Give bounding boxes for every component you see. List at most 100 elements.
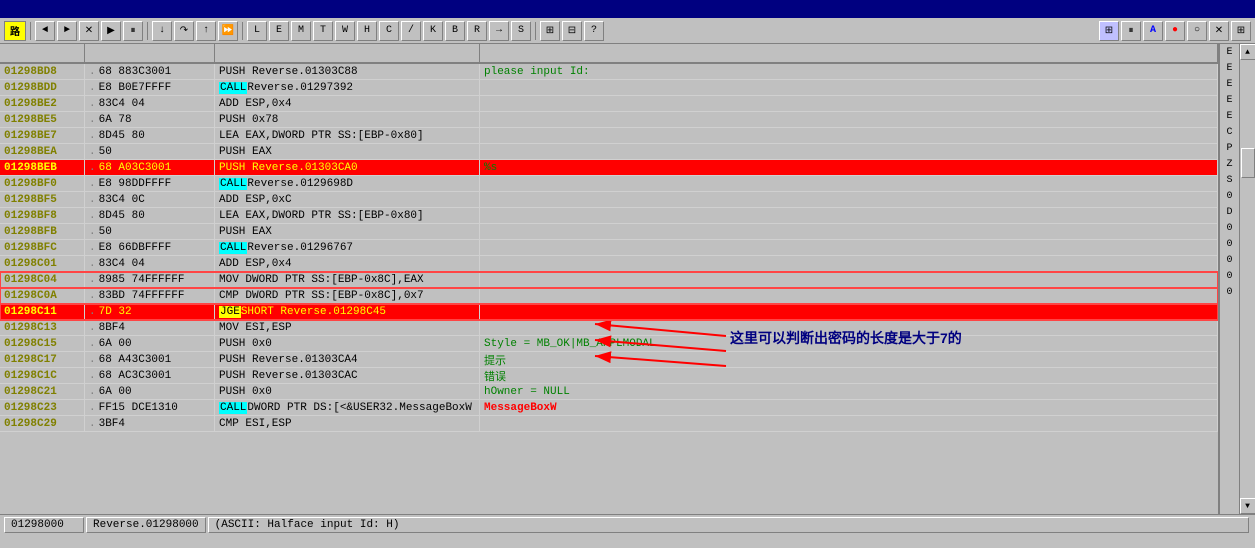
toolbar-step-into[interactable]: ↓ <box>152 21 172 41</box>
toolbar-arrow[interactable]: → <box>489 21 509 41</box>
table-row[interactable]: 01298BF0.E8 98DDFFFFCALL Reverse.0129698… <box>0 176 1218 192</box>
cell-hex: .6A 00 <box>85 384 215 399</box>
toolbar-W[interactable]: W <box>335 21 355 41</box>
table-row[interactable]: 01298C21.6A 00PUSH 0x0hOwner = NULL <box>0 384 1218 400</box>
cell-comment: 错误 <box>480 368 1218 383</box>
call-keyword: CALL <box>219 402 247 414</box>
cell-disasm: CALL DWORD PTR DS:[<&USER32.MessageBoxW <box>215 400 480 415</box>
toolbar-right-1[interactable]: ⊞ <box>1099 21 1119 41</box>
cell-hex: .83BD 74FFFFFF <box>85 288 215 303</box>
table-row[interactable]: 01298BE2.83C4 04ADD ESP,0x4 <box>0 96 1218 112</box>
table-row[interactable]: 01298BFB.50PUSH EAX <box>0 224 1218 240</box>
cell-comment: please input Id: <box>480 64 1218 79</box>
cell-hex: .68 A03C3001 <box>85 160 215 175</box>
toolbar-right-x[interactable]: ✕ <box>1209 21 1229 41</box>
toolbar-B[interactable]: B <box>445 21 465 41</box>
toolbar-step-over[interactable]: ↷ <box>174 21 194 41</box>
jge-keyword: JGE <box>219 306 241 318</box>
toolbar-H[interactable]: H <box>357 21 377 41</box>
scroll-track[interactable] <box>1240 60 1255 498</box>
scrollbar[interactable]: ▲ ▼ <box>1239 44 1255 514</box>
table-row[interactable]: 01298C11.7D 32JGE SHORT Reverse.01298C45 <box>0 304 1218 320</box>
toolbar-right-dot[interactable]: ● <box>1165 21 1185 41</box>
table-row[interactable]: 01298BE5.6A 78PUSH 0x78 <box>0 112 1218 128</box>
cell-hex: .50 <box>85 144 215 159</box>
status-module: Reverse.01298000 <box>86 517 206 533</box>
toolbar-run[interactable]: ▶ <box>101 21 121 41</box>
toolbar-C[interactable]: C <box>379 21 399 41</box>
toolbar-grid[interactable]: ⊞ <box>540 21 560 41</box>
toolbar-back[interactable]: ◄ <box>35 21 55 41</box>
right-panel-letter: 0 <box>1220 188 1239 204</box>
right-panel-letter: Z <box>1220 156 1239 172</box>
cell-comment <box>480 112 1218 127</box>
toolbar-forward[interactable]: ► <box>57 21 77 41</box>
right-panel-letter: P <box>1220 140 1239 156</box>
toolbar-K[interactable]: K <box>423 21 443 41</box>
table-row[interactable]: 01298BEA.50PUSH EAX <box>0 144 1218 160</box>
toolbar-sep-1 <box>30 22 31 40</box>
toolbar-yellow-btn[interactable]: 路 <box>4 21 26 41</box>
table-row[interactable]: 01298C13.8BF4MOV ESI,ESP <box>0 320 1218 336</box>
scroll-down[interactable]: ▼ <box>1240 498 1255 514</box>
toolbar-R[interactable]: R <box>467 21 487 41</box>
toolbar-E[interactable]: E <box>269 21 289 41</box>
table-row[interactable]: 01298C0A.83BD 74FFFFFFCMP DWORD PTR SS:[… <box>0 288 1218 304</box>
toolbar-S[interactable]: S <box>511 21 531 41</box>
toolbar-help[interactable]: ? <box>584 21 604 41</box>
cell-disasm: PUSH EAX <box>215 224 480 239</box>
table-row[interactable]: 01298C04.8985 74FFFFFFMOV DWORD PTR SS:[… <box>0 272 1218 288</box>
table-row[interactable]: 01298BF8.8D45 80LEA EAX,DWORD PTR SS:[EB… <box>0 208 1218 224</box>
scroll-thumb[interactable] <box>1241 148 1255 178</box>
cell-comment <box>480 224 1218 239</box>
toolbar-right-2[interactable]: ⏸ <box>1121 21 1141 41</box>
cell-address: 01298C23 <box>0 400 85 415</box>
right-panel-letter: E <box>1220 108 1239 124</box>
right-panel-letter: E <box>1220 60 1239 76</box>
cell-hex: .7D 32 <box>85 304 215 319</box>
toolbar-T[interactable]: T <box>313 21 333 41</box>
table-row[interactable]: 01298C15.6A 00PUSH 0x0Style = MB_OK|MB_A… <box>0 336 1218 352</box>
cell-address: 01298BE5 <box>0 112 85 127</box>
toolbar-M[interactable]: M <box>291 21 311 41</box>
toolbar-right-grid3[interactable]: ⊞ <box>1231 21 1251 41</box>
toolbar-right-circle[interactable]: ○ <box>1187 21 1207 41</box>
toolbar-trace[interactable]: ⏩ <box>218 21 238 41</box>
col-addr <box>0 44 85 62</box>
toolbar-pause[interactable]: ⏸ <box>123 21 143 41</box>
cell-disasm: PUSH Reverse.01303C88 <box>215 64 480 79</box>
table-row[interactable]: 01298C29.3BF4CMP ESI,ESP <box>0 416 1218 432</box>
toolbar-slash[interactable]: / <box>401 21 421 41</box>
scroll-up[interactable]: ▲ <box>1240 44 1255 60</box>
cell-comment <box>480 304 1218 319</box>
toolbar-right-A[interactable]: A <box>1143 21 1163 41</box>
cell-hex: .E8 66DBFFFF <box>85 240 215 255</box>
table-row[interactable]: 01298C01.83C4 04ADD ESP,0x4 <box>0 256 1218 272</box>
table-row[interactable]: 01298BFC.E8 66DBFFFFCALL Reverse.0129676… <box>0 240 1218 256</box>
cell-disasm: ADD ESP,0x4 <box>215 256 480 271</box>
table-row[interactable]: 01298BD8.68 883C3001PUSH Reverse.01303C8… <box>0 64 1218 80</box>
toolbar-grid2[interactable]: ⊟ <box>562 21 582 41</box>
cell-hex: .83C4 04 <box>85 96 215 111</box>
cell-comment: hOwner = NULL <box>480 384 1218 399</box>
cell-comment: Style = MB_OK|MB_APPLMODAL <box>480 336 1218 351</box>
table-row[interactable]: 01298C17.68 A43C3001PUSH Reverse.01303CA… <box>0 352 1218 368</box>
table-row[interactable]: 01298C23.FF15 DCE1310CALL DWORD PTR DS:[… <box>0 400 1218 416</box>
toolbar-stop[interactable]: ✕ <box>79 21 99 41</box>
cell-disasm: CMP DWORD PTR SS:[EBP-0x8C],0x7 <box>215 288 480 303</box>
toolbar-step-out[interactable]: ↑ <box>196 21 216 41</box>
call-keyword: CALL <box>219 178 247 190</box>
cell-address: 01298BEA <box>0 144 85 159</box>
table-row[interactable]: 01298BF5.83C4 0CADD ESP,0xC <box>0 192 1218 208</box>
cell-address: 01298C1C <box>0 368 85 383</box>
cell-comment <box>480 96 1218 111</box>
cell-hex: .8D45 80 <box>85 128 215 143</box>
cell-comment <box>480 288 1218 303</box>
cell-address: 01298C21 <box>0 384 85 399</box>
table-row[interactable]: 01298BDD.E8 B0E7FFFFCALL Reverse.0129739… <box>0 80 1218 96</box>
cell-hex: .68 883C3001 <box>85 64 215 79</box>
table-row[interactable]: 01298BE7.8D45 80LEA EAX,DWORD PTR SS:[EB… <box>0 128 1218 144</box>
toolbar-L[interactable]: L <box>247 21 267 41</box>
table-row[interactable]: 01298C1C.68 AC3C3001PUSH Reverse.01303CA… <box>0 368 1218 384</box>
table-row[interactable]: 01298BEB.68 A03C3001PUSH Reverse.01303CA… <box>0 160 1218 176</box>
